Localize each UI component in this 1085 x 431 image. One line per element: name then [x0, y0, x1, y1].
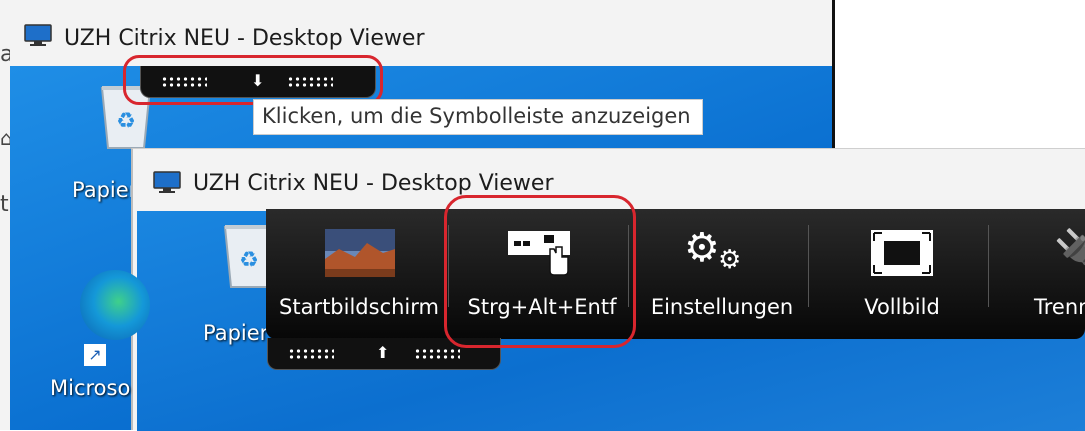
toolbar-disconnect-button[interactable]: 🔌 Trenn	[992, 209, 1085, 339]
window-title: UZH Citrix NEU - Desktop Viewer	[64, 26, 425, 51]
gears-icon: ⚙	[684, 225, 720, 271]
desert-landscape-icon	[325, 229, 395, 277]
svg-text:♻: ♻	[116, 109, 136, 134]
recycle-bin-label: Papier	[72, 178, 138, 202]
edge-icon[interactable]	[80, 270, 150, 340]
citrix-toolbar: Startbildschirm Strg+Alt+Entf ⚙ ⚙ Einste…	[266, 209, 1085, 339]
recycle-bin-label: Papier	[203, 321, 269, 345]
toolbar-separator	[808, 225, 809, 307]
toolbar-label: Einstellungen	[650, 295, 794, 319]
svg-text:♻: ♻	[239, 248, 259, 273]
toolbar-home-button[interactable]: Startbildschirm	[266, 209, 452, 339]
grip-dots	[414, 348, 460, 360]
highlight-ring	[444, 195, 636, 348]
toolbar-settings-button[interactable]: ⚙ ⚙ Einstellungen	[632, 209, 812, 339]
fullscreen-icon	[871, 230, 933, 276]
background-char: t	[0, 192, 9, 217]
monitor-icon	[153, 171, 181, 193]
plug-icon: 🔌	[1054, 227, 1085, 271]
toolbar-separator	[988, 225, 989, 307]
edge-label: Microso	[50, 376, 131, 400]
toolbar-fullscreen-button[interactable]: Vollbild	[812, 209, 992, 339]
toolbar-label: Vollbild	[864, 295, 940, 319]
monitor-icon	[24, 24, 52, 46]
grip-dots	[288, 348, 334, 360]
toolbar-tooltip: Klicken, um die Symbolleiste anzuzeigen	[253, 99, 703, 135]
window-title: UZH Citrix NEU - Desktop Viewer	[193, 171, 554, 196]
shortcut-arrow-icon: ↗	[84, 344, 106, 366]
highlight-ring	[123, 55, 383, 105]
gear-small-icon: ⚙	[718, 245, 742, 275]
toolbar-label: Trenn	[1034, 295, 1085, 319]
toolbar-label: Startbildschirm	[279, 295, 439, 319]
arrow-up-icon: ⬆	[376, 343, 390, 362]
